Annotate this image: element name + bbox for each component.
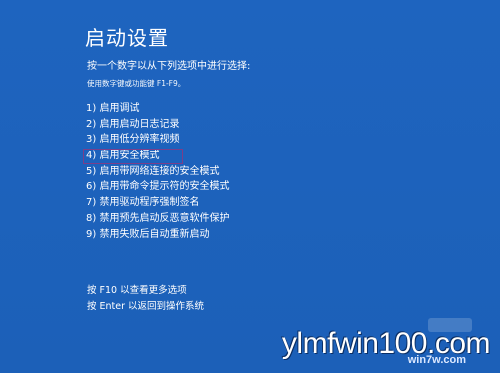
instruction-text: 按一个数字以从下列选项中进行选择: xyxy=(87,61,251,72)
startup-options-list: 1) 启用调试 2) 启用启动日志记录 3) 启用低分辨率视频 4) 启用安全模… xyxy=(82,101,229,243)
option-disable-early-antimalware[interactable]: 8) 禁用预先启动反恶意软件保护 xyxy=(86,211,229,227)
startup-settings-screen: 启动设置 按一个数字以从下列选项中进行选择: 使用数字键或功能键 F1-F9。 … xyxy=(0,0,500,373)
footer-instructions: 按 F10 以查看更多选项 按 Enter 以返回到操作系统 xyxy=(87,283,204,315)
page-title: 启动设置 xyxy=(85,26,169,50)
option-enable-safe-mode[interactable]: 4) 启用安全模式 xyxy=(82,148,229,164)
key-hint-text: 使用数字键或功能键 F1-F9。 xyxy=(87,79,186,88)
option-disable-driver-signature[interactable]: 7) 禁用驱动程序强制签名 xyxy=(86,195,229,211)
option-enable-debugging[interactable]: 1) 启用调试 xyxy=(86,101,229,117)
option-enable-low-resolution-video[interactable]: 3) 启用低分辨率视频 xyxy=(86,132,229,148)
return-to-os-prompt[interactable]: 按 Enter 以返回到操作系统 xyxy=(87,299,204,315)
option-enable-boot-logging[interactable]: 2) 启用启动日志记录 xyxy=(86,117,229,133)
more-options-prompt[interactable]: 按 F10 以查看更多选项 xyxy=(87,283,204,299)
option-safe-mode-command-prompt[interactable]: 6) 启用带命令提示符的安全模式 xyxy=(86,179,229,195)
watermark-subdomain: win7w.com xyxy=(407,354,466,366)
option-disable-auto-restart[interactable]: 9) 禁用失败后自动重新启动 xyxy=(86,227,229,243)
option-safe-mode-networking[interactable]: 5) 启用带网络连接的安全模式 xyxy=(86,164,229,180)
